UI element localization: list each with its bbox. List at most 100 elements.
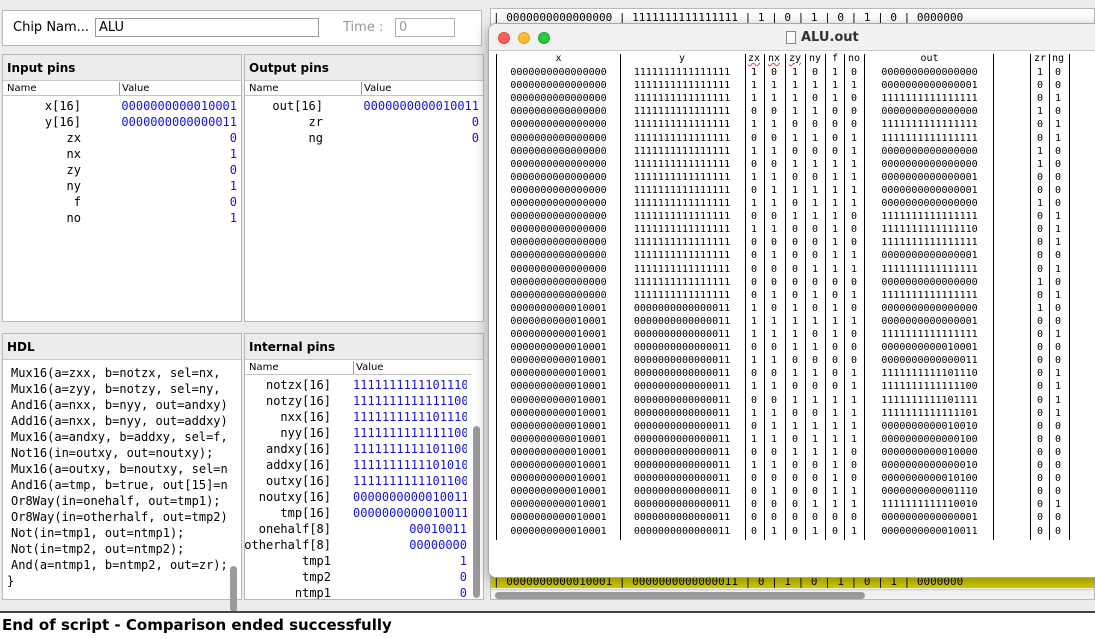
time-input[interactable]: 0 <box>395 18 455 37</box>
internal-scroll-thumb[interactable] <box>473 426 480 598</box>
table-cell: 0 <box>850 119 858 131</box>
table-cell: 1 <box>831 499 839 511</box>
table-cell: 1 <box>811 198 819 209</box>
pin-value[interactable]: 0000000000010011 <box>353 489 467 505</box>
pin-value[interactable]: 1111111111111100 <box>353 393 467 409</box>
pin-value[interactable]: 00000000 <box>353 537 467 553</box>
pin-value[interactable]: 1111111111111100 <box>353 425 467 441</box>
pin-value[interactable]: 0 <box>353 585 467 599</box>
table-cell: 1 <box>1054 368 1062 380</box>
table-cell: 0 <box>1054 250 1062 262</box>
table-cell: 1 <box>850 486 858 498</box>
table-cell: 1 <box>770 80 778 92</box>
close-button[interactable] <box>498 32 510 44</box>
pin-row: nyy[16] 1111111111111100 <box>245 425 471 441</box>
pin-name: nyy[16] <box>280 426 331 440</box>
table-cell: 0000000000000011 <box>633 342 731 354</box>
table-row: 0000000000000000 1111111111111111 0 0 0 0 1 0 11… <box>489 236 1095 249</box>
internal-scrollbar[interactable] <box>472 362 482 598</box>
pin-value[interactable]: 1111111111101100 <box>353 473 467 489</box>
table-cell: 1 <box>850 184 858 196</box>
table-cell: 0000000000000011 <box>633 368 731 380</box>
table-cell: 0 <box>1054 158 1062 170</box>
table-cell: 0 <box>750 486 758 498</box>
table-cell: 0 <box>831 368 839 380</box>
pin-value[interactable]: 1111111111101010 <box>353 457 467 473</box>
pin-value[interactable]: 0 <box>353 569 467 585</box>
out-window-titlebar[interactable]: ALU.out <box>489 24 1095 51</box>
table-cell: 0 <box>811 302 819 314</box>
table-row: 0000000000010001 0000000000000011 0 0 0 0 1 0 00… <box>489 472 1095 485</box>
table-cell: 1 <box>831 263 839 275</box>
table-cell: 1 <box>750 80 758 92</box>
table-cell: 1 <box>791 446 799 458</box>
table-cell: 0 <box>791 237 799 249</box>
table-cell: 1111111111111100 <box>881 381 978 393</box>
table-cell: 0000000000000000 <box>510 158 607 170</box>
output-pins-header: Name Value <box>245 82 483 96</box>
pin-value[interactable]: 1 <box>121 146 237 162</box>
table-row: 0000000000010001 0000000000000011 0 0 0 0 0 0 00… <box>489 511 1095 524</box>
table-row: 0000000000000000 1111111111111111 0 1 0 1 0 1 11… <box>489 289 1095 302</box>
pin-value[interactable]: 1 <box>353 553 467 569</box>
pin-value[interactable]: 1111111111101110 <box>353 409 467 425</box>
hdl-code[interactable]: Mux16(a=zxx, b=notzx, sel=nx, o Mux16(a=z… <box>3 361 227 599</box>
table-cell: 0000000000010001 <box>510 460 607 471</box>
pin-value[interactable]: 0000000000010011 <box>363 98 479 114</box>
table-cell: 1 <box>750 171 758 183</box>
table-cell: 0000000000000000 <box>510 224 607 236</box>
table-row: 0000000000000000 1111111111111111 0 0 1 1 0 0 00… <box>489 105 1095 118</box>
pin-value[interactable]: 0 <box>363 130 479 146</box>
table-cell: 0 <box>1054 184 1062 196</box>
table-cell: 0000000000010001 <box>510 420 607 432</box>
table-cell: 0000000000000011 <box>633 433 731 445</box>
table-cell: 1 <box>850 289 858 301</box>
table-cell: 0 <box>850 329 858 340</box>
table-cell: 0 <box>1054 198 1062 209</box>
pin-value[interactable]: 0000000000010001 <box>121 98 237 114</box>
zoom-button[interactable] <box>538 32 550 44</box>
table-cell: 0 <box>770 512 778 524</box>
table-cell: 0 <box>750 237 758 249</box>
table-cell: 1 <box>850 394 858 406</box>
table-row: 0000000000010001 0000000000000011 1 1 0 0 0 1 11… <box>489 380 1095 393</box>
table-cell: 1 <box>850 433 858 445</box>
table-cell: 1 <box>1036 276 1044 288</box>
minimize-button[interactable] <box>518 32 530 44</box>
table-cell: 0000000000000000 <box>510 132 607 144</box>
status-bar: End of script - Comparison ended success… <box>0 611 1095 638</box>
pin-row: notzx[16] 1111111111101110 <box>245 377 471 393</box>
table-row: 0000000000010001 0000000000000011 0 0 1 1 1 0 00… <box>489 446 1095 459</box>
pin-value[interactable]: 0000000000010011 <box>353 505 467 521</box>
table-cell: 1 <box>850 171 858 183</box>
table-cell: 1 <box>811 132 819 144</box>
compare-hscrollbar[interactable] <box>491 589 1094 599</box>
pin-name: f <box>73 195 81 209</box>
table-cell: 1 <box>811 525 819 537</box>
pin-value[interactable]: 0000000000000011 <box>121 114 237 130</box>
document-icon <box>786 31 796 44</box>
table-cell: 0 <box>750 158 758 170</box>
table-cell: 0 <box>811 381 819 393</box>
pin-value[interactable]: 0 <box>121 194 237 210</box>
pin-value[interactable]: 1111111111101100 <box>353 441 467 457</box>
table-cell: 0 <box>791 512 799 524</box>
compare-hscroll-thumb[interactable] <box>495 592 865 599</box>
pin-value[interactable]: 1 <box>121 210 237 226</box>
pin-value[interactable]: 0 <box>121 162 237 178</box>
pin-value[interactable]: 1 <box>121 178 237 194</box>
hdl-scrollbar[interactable] <box>229 362 239 612</box>
table-cell: 0 <box>850 473 858 485</box>
hdl-line: Not(in=tmp1, out=ntmp1); <box>11 526 185 540</box>
table-cell: 1111111111110010 <box>881 499 978 511</box>
pin-value[interactable]: 1111111111101110 <box>353 377 467 393</box>
pin-value[interactable]: 0 <box>121 130 237 146</box>
col-name: Name <box>249 362 279 373</box>
pin-value[interactable]: 0 <box>363 114 479 130</box>
chip-name-input[interactable]: ALU <box>95 18 319 37</box>
table-row: 0000000000010001 0000000000000011 1 1 0 0 1 1 11… <box>489 407 1095 420</box>
hdl-scroll-thumb[interactable] <box>230 566 237 612</box>
pin-value[interactable]: 00010011 <box>353 521 467 537</box>
table-cell: 0 <box>831 276 839 288</box>
table-cell: 1111111111111111 <box>633 80 731 92</box>
